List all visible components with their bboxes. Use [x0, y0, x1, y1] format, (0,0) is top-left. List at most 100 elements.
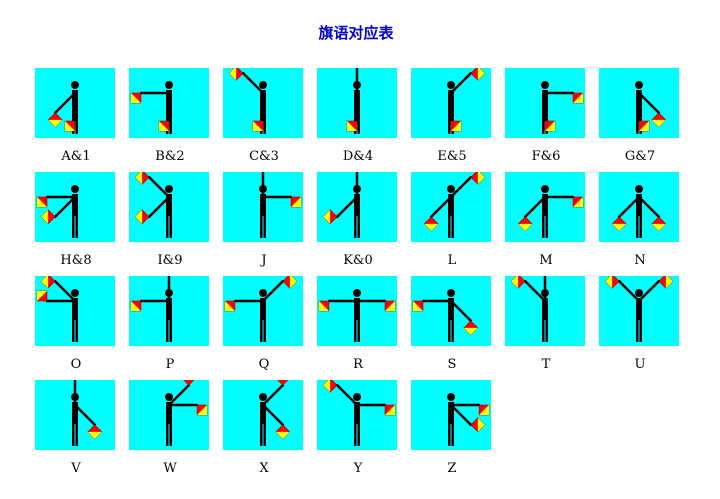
semaphore-figure — [130, 276, 173, 342]
semaphore-figure — [259, 380, 291, 446]
left-flag-icon — [228, 68, 244, 81]
figure-head — [447, 289, 455, 297]
semaphore-panel — [411, 380, 491, 450]
figure-leg-right — [263, 320, 266, 342]
figure-leg-right — [357, 424, 360, 446]
semaphore-label: Q — [258, 357, 270, 372]
semaphore-figure — [318, 289, 396, 342]
figure-head — [447, 81, 455, 89]
left-flag-icon — [611, 216, 627, 232]
semaphore-cell: P — [129, 276, 211, 372]
semaphore-label: U — [634, 357, 646, 372]
figure-leg-left — [542, 320, 545, 342]
semaphore-panel — [223, 380, 303, 450]
right-flag-icon — [470, 68, 486, 81]
semaphore-figure — [259, 172, 302, 238]
semaphore-cell: C&3 — [223, 68, 305, 164]
left-flag-icon — [318, 300, 330, 312]
semaphore-cell: W — [129, 380, 211, 476]
figure-head — [259, 289, 267, 297]
figure-head — [447, 185, 455, 193]
semaphore-cell: J — [223, 172, 305, 268]
figure-leg-left — [448, 320, 451, 342]
right-flag-icon — [36, 290, 48, 302]
semaphore-panel — [223, 68, 303, 138]
semaphore-panel — [411, 276, 491, 346]
semaphore-cell: M — [505, 172, 587, 268]
semaphore-cell: Q — [223, 276, 305, 372]
semaphore-label: A&1 — [61, 149, 91, 164]
figure-leg-left — [260, 424, 263, 446]
left-flag-icon — [130, 300, 142, 312]
right-flag-icon — [478, 404, 490, 416]
figure-leg-left — [166, 424, 169, 446]
semaphore-figure — [224, 276, 298, 342]
semaphore-figure — [134, 172, 173, 238]
semaphore-figure — [423, 172, 486, 238]
semaphore-label: E&5 — [437, 149, 467, 164]
right-flag-icon — [196, 404, 208, 416]
figure-leg-left — [542, 216, 545, 238]
figure-leg-right — [451, 424, 454, 446]
semaphore-label: S — [447, 357, 457, 372]
right-flag-icon — [572, 196, 584, 208]
figure-head — [259, 81, 267, 89]
right-flag-icon — [651, 216, 667, 232]
right-flag-icon — [87, 424, 103, 440]
figure-leg-left — [72, 320, 75, 342]
semaphore-label: L — [447, 253, 457, 268]
semaphore-panel — [317, 380, 397, 450]
figure-leg-right — [451, 320, 454, 342]
figure-leg-right — [357, 320, 360, 342]
left-flag-icon — [510, 276, 526, 289]
semaphore-panel — [35, 172, 115, 242]
left-flag-icon — [412, 300, 424, 312]
semaphore-cell: N — [599, 172, 681, 268]
right-flag-icon — [64, 120, 76, 132]
right-flag-icon — [282, 276, 298, 289]
semaphore-cell: L — [411, 172, 493, 268]
semaphore-panel — [599, 68, 679, 138]
figure-leg-right — [451, 216, 454, 238]
semaphore-cell: D&4 — [317, 68, 399, 164]
figure-leg-right — [263, 424, 266, 446]
right-flag-icon — [658, 276, 674, 289]
semaphore-cell: K&0 — [317, 172, 399, 268]
semaphore-cell: H&8 — [35, 172, 117, 268]
right-flag-icon — [384, 300, 396, 312]
semaphore-label: G&7 — [624, 149, 656, 164]
right-flag-icon — [252, 120, 264, 132]
semaphore-label: B&2 — [155, 149, 185, 164]
semaphore-label: K&0 — [343, 253, 373, 268]
figure-head — [71, 81, 79, 89]
figure-leg-left — [354, 216, 357, 238]
semaphore-cell: B&2 — [129, 68, 211, 164]
figure-head — [635, 81, 643, 89]
figure-leg-right — [545, 320, 548, 342]
left-flag-icon — [275, 380, 291, 386]
semaphore-panel — [35, 380, 115, 450]
left-flag-icon — [322, 380, 338, 393]
semaphore-cell: I&9 — [129, 172, 211, 268]
semaphore-label: M — [539, 253, 553, 268]
semaphore-cell: O — [35, 276, 117, 372]
semaphore-label: J — [261, 253, 267, 268]
figure-head — [541, 81, 549, 89]
semaphore-panel — [317, 68, 397, 138]
semaphore-figure — [322, 172, 361, 238]
figure-head — [259, 393, 267, 401]
semaphore-figure — [447, 68, 486, 134]
left-flag-icon — [181, 380, 197, 386]
semaphore-label: Z — [447, 461, 457, 476]
semaphore-panel — [129, 276, 209, 346]
semaphore-label: R — [353, 357, 363, 372]
semaphore-figure — [71, 380, 103, 446]
right-flag-icon — [463, 320, 479, 336]
left-flag-icon — [40, 276, 56, 289]
right-flag-icon — [134, 209, 150, 225]
semaphore-panel — [599, 276, 679, 346]
left-flag-icon — [47, 112, 63, 128]
right-flag-icon — [572, 92, 584, 104]
figure-leg-left — [636, 216, 639, 238]
semaphore-cell: S — [411, 276, 493, 372]
